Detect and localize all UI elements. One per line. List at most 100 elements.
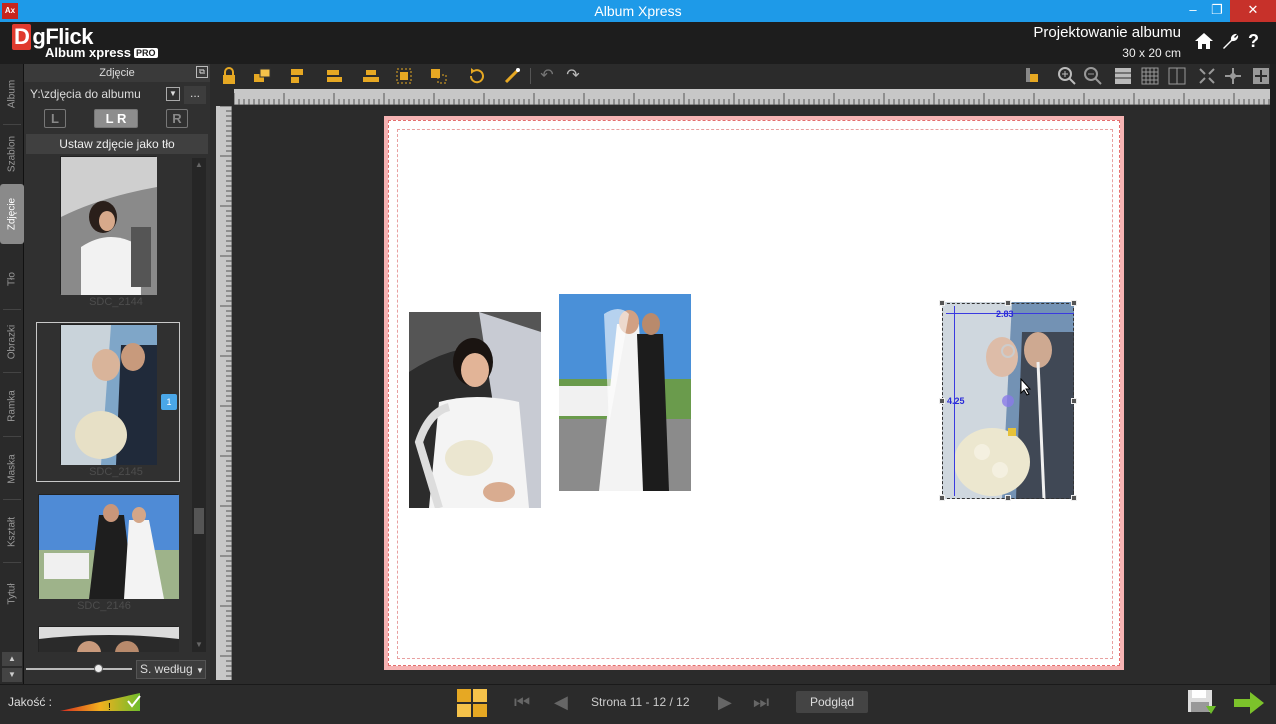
browse-button[interactable]: ... [184,86,206,104]
align-center-icon[interactable] [358,66,384,86]
resize-handle[interactable] [939,398,945,404]
list-item[interactable] [36,626,196,652]
fit-icon[interactable] [1194,66,1220,86]
thumbnail-label: SDC_2145 [89,466,143,478]
slider-handle[interactable] [94,664,103,673]
list-item[interactable]: SDC_2146 [36,494,196,614]
center-point-icon[interactable] [1002,395,1014,407]
columns-icon[interactable] [1164,66,1190,86]
toolbar: ↶ ↷ [212,64,1276,88]
zoom-in-icon[interactable] [1054,66,1080,86]
ungroup-icon[interactable] [426,66,452,86]
thumbnail-image [38,626,179,652]
design-canvas[interactable]: 2.83 4.25 [234,106,1270,684]
thumbnail-scrollbar[interactable]: ▲ ▼ [192,158,206,652]
rotate-icon[interactable] [464,66,490,86]
crop-icon[interactable] [500,66,526,86]
photo-bride[interactable] [409,312,541,508]
wrench-icon[interactable] [1219,30,1241,56]
divider [530,68,531,84]
set-background-button[interactable]: Ustaw zdjęcie jako tło [26,134,208,154]
crop-handle-icon[interactable] [1008,428,1016,436]
left-page-button[interactable]: L [44,109,66,128]
tab-szablon[interactable]: Szablon [0,124,24,184]
scrollbar-thumb[interactable] [194,508,204,534]
first-page-icon[interactable]: ⏮ [514,692,530,713]
side-tabs: Album Szablon Zdjęcie Tło Obrazki Ramka … [0,64,24,684]
panel-footer: S. według ▼ [24,658,210,682]
tab-zdjecie[interactable]: Zdjęcie [0,184,24,244]
prev-page-icon[interactable]: ◀ [554,692,568,713]
list-item[interactable]: SDC_2144 [36,156,196,308]
lock-icon[interactable] [216,66,242,86]
pin-icon[interactable]: ⧉ [196,66,208,78]
scroll-up-icon[interactable]: ▲ [192,160,206,169]
grid-icon[interactable] [1110,66,1136,86]
sort-select[interactable]: S. według ▼ [136,660,206,679]
right-edge-strip [1270,64,1276,684]
tab-maska[interactable]: Maska [0,439,24,499]
resize-handle[interactable] [1071,495,1077,501]
photo-couple-standing[interactable] [559,294,691,491]
rotate-handle-icon[interactable] [1001,344,1015,358]
resize-handle[interactable] [939,495,945,501]
window-title: Album Xpress [594,3,682,19]
resize-handle[interactable] [1071,398,1077,404]
panel-title: Zdjęcie [24,64,210,82]
pages-icon[interactable] [455,687,489,719]
tab-label: Szablon [6,135,18,173]
chevron-down-icon: ▼ [196,666,204,675]
right-page-button[interactable]: R [166,109,188,128]
snap-icon[interactable] [1020,66,1046,86]
thumbnail-image [60,156,157,295]
scroll-down-button[interactable]: ▼ [2,668,22,682]
tab-album[interactable]: Album [0,64,24,124]
photo-panel: Zdjęcie ⧉ Y:\zdjęcia do albumu ▼ ... L L… [24,64,210,684]
align-icon[interactable] [286,66,312,86]
help-icon[interactable]: ? [1248,30,1259,52]
thumbnail-size-slider[interactable] [26,668,132,670]
redo-icon[interactable]: ↷ [560,66,586,86]
restore-button[interactable]: ❐ [1204,0,1230,22]
app-header: DgFlick Album xpress PRO Projektowanie al… [0,22,1276,64]
next-page-icon[interactable]: ▶ [718,692,732,713]
width-label: 2.83 [996,309,1014,319]
zoom-out-icon[interactable] [1080,66,1106,86]
undo-icon[interactable]: ↶ [534,66,560,86]
tab-tytul[interactable]: Tytuł [0,564,24,624]
tab-obrazki[interactable]: Obrazki [0,312,24,372]
align-left-icon[interactable] [322,66,348,86]
scroll-up-button[interactable]: ▲ [2,652,22,666]
tab-ksztalt[interactable]: Kształt [0,502,24,562]
divider [3,562,21,563]
list-item[interactable]: SDC_2145 1 [36,324,196,480]
scroll-down-icon[interactable]: ▼ [192,640,206,649]
save-icon[interactable] [1186,688,1218,718]
resize-handle[interactable] [1071,300,1077,306]
thumbnail-image [60,324,157,465]
resize-handle[interactable] [939,300,945,306]
height-label: 4.25 [947,396,965,406]
thumbnail-image [38,494,179,599]
both-pages-button[interactable]: L R [94,109,138,128]
minimize-button[interactable]: – [1180,0,1206,22]
group-icon[interactable] [392,66,418,86]
tab-tlo[interactable]: Tło [0,249,24,309]
thumbnail-list: SDC_2144 SDC_2145 1 SDC_2146 [24,156,196,652]
sort-label: S. według [140,662,193,676]
next-step-icon[interactable] [1232,690,1266,720]
resize-handle[interactable] [1005,300,1011,306]
last-page-icon[interactable]: ⏭ [753,692,769,713]
tab-ramka[interactable]: Ramka [0,376,24,436]
preview-button[interactable]: Podgląd [796,691,868,713]
divider [3,309,21,310]
resize-handle[interactable] [1005,495,1011,501]
move-icon[interactable] [1220,66,1246,86]
grid-small-icon[interactable] [1137,66,1163,86]
home-icon[interactable] [1193,30,1215,56]
layers-icon[interactable] [250,66,276,86]
ruler-corner [216,89,234,106]
close-button[interactable]: ✕ [1230,0,1276,22]
folder-path[interactable]: Y:\zdjęcia do albumu [28,85,178,104]
chevron-down-icon[interactable]: ▼ [166,87,180,101]
